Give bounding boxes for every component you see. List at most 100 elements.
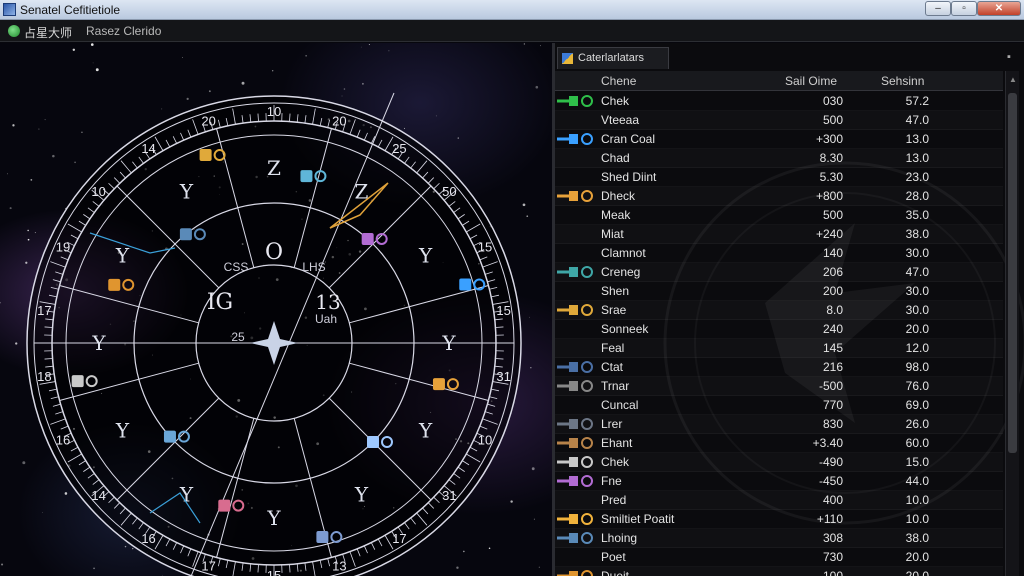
cell-col-b: 38.0 (905, 531, 929, 545)
cell-col-b: 38.0 (905, 227, 929, 241)
star (435, 115, 437, 117)
tick (289, 564, 291, 573)
star (27, 238, 30, 241)
table-row[interactable]: Dueit -100 20.0 (555, 567, 1003, 576)
table-row[interactable]: Poet 730 20.0 (555, 548, 1003, 567)
cell-col-b: 26.0 (905, 417, 929, 431)
minimize-button[interactable]: – (925, 1, 951, 16)
planet-glyph-icon (555, 341, 599, 356)
degree-label: 16 (56, 432, 70, 447)
planet-glyph-icon (555, 94, 599, 109)
table-row[interactable]: Cran Coal +300 13.0 (555, 130, 1003, 149)
table-row[interactable]: Meak 500 35.0 (555, 206, 1003, 225)
column-header-name[interactable]: Chene (601, 74, 636, 88)
table-row[interactable]: Chek 030 57.2 (555, 92, 1003, 111)
star (52, 154, 55, 158)
cell-col-a: -450 (818, 474, 843, 488)
cell-col-b: 44.0 (905, 474, 929, 488)
star (368, 44, 370, 46)
scroll-up-icon[interactable]: ▲ (1009, 75, 1017, 84)
degree-label: 15 (496, 303, 510, 318)
cell-col-b: 13.0 (905, 132, 929, 146)
table-row[interactable]: Pred 400 10.0 (555, 491, 1003, 510)
table-row[interactable]: Lrer 830 26.0 (555, 415, 1003, 434)
vertical-scrollbar[interactable]: ▲ (1005, 71, 1019, 576)
table-row[interactable]: Creneg 206 47.0 (555, 263, 1003, 282)
planet-glyph-icon (555, 113, 599, 128)
table-row[interactable]: Chek -490 15.0 (555, 453, 1003, 472)
scrollbar-thumb[interactable] (1008, 93, 1017, 453)
app-logo-icon[interactable] (8, 25, 20, 37)
degree-label: 13 (332, 559, 346, 574)
star (34, 231, 36, 234)
zodiac-wheel[interactable]: 10 20 25 50 15 15 31 10 31 17 13 15 17 16 14 16 18 17 19 10… (0, 43, 552, 576)
star (530, 367, 532, 369)
table-row[interactable]: Smiltiet Poatit +110 10.0 (555, 510, 1003, 529)
center-right-sublabel: Uah (315, 312, 337, 326)
cell-col-a: -500 (818, 379, 843, 393)
degree-label: 31 (496, 369, 510, 384)
table-row[interactable]: Lhoing 308 38.0 (555, 529, 1003, 548)
table-row[interactable]: Cuncal 770 69.0 (555, 396, 1003, 415)
star (44, 119, 46, 121)
degree-label: 14 (141, 141, 155, 156)
table-row[interactable]: Srae 8.0 30.0 (555, 301, 1003, 320)
astrology-chart-area[interactable]: 10 20 25 50 15 15 31 10 31 17 13 15 17 16 14 16 18 17 19 10… (0, 43, 552, 576)
table-row[interactable]: Shen 200 30.0 (555, 282, 1003, 301)
close-button[interactable]: ✕ (977, 1, 1021, 16)
cell-name: Chek (601, 94, 630, 108)
table-row[interactable]: Shed Diint 5.30 23.0 (555, 168, 1003, 187)
cell-col-b: 57.2 (905, 94, 929, 108)
degree-label: 10 (91, 184, 105, 199)
app-window: Senatel Cefitietiole – ▫ ✕ 占星大师 Rasez Cl… (0, 0, 1024, 576)
star (93, 567, 95, 570)
cell-name: Chek (601, 455, 630, 469)
cell-col-a: 216 (822, 360, 843, 374)
table-row[interactable]: Feal 145 12.0 (555, 339, 1003, 358)
table-row[interactable]: Chad 8.30 13.0 (555, 149, 1003, 168)
table-row[interactable]: Trnar -500 76.0 (555, 377, 1003, 396)
cell-col-a: 500 (822, 113, 843, 127)
table-row[interactable]: Ctat 216 98.0 (555, 358, 1003, 377)
table-row[interactable]: Ehant +3.40 60.0 (555, 434, 1003, 453)
title-bar[interactable]: Senatel Cefitietiole – ▫ ✕ (0, 0, 1024, 20)
house-glyph: Y (266, 506, 281, 530)
table-row[interactable]: Dheck +800 28.0 (555, 187, 1003, 206)
degree-label: 10 (478, 432, 492, 447)
star (182, 57, 183, 59)
planet-glyph-icon (555, 151, 599, 166)
table-row[interactable]: Clamnot 140 30.0 (555, 244, 1003, 263)
cell-col-a: -100 (818, 569, 843, 576)
house-glyph: Y (418, 244, 433, 268)
column-header-a[interactable]: Sail Oime (785, 74, 837, 88)
cell-col-b: 76.0 (905, 379, 929, 393)
star (523, 43, 526, 45)
planet-glyph-icon (555, 417, 599, 432)
star (74, 161, 76, 164)
degree-label: 10 (267, 104, 281, 119)
column-header-b[interactable]: Sehsinn (881, 74, 924, 88)
table-row[interactable]: Vteeaa 500 47.0 (555, 111, 1003, 130)
tab-chart-data[interactable]: Caterlarlatars (557, 47, 669, 69)
cell-name: Dheck (601, 189, 636, 203)
planet-glyph-icon (555, 550, 599, 565)
star (522, 203, 526, 207)
center-top-left-label: CSS (224, 260, 249, 274)
cell-col-b: 10.0 (905, 493, 929, 507)
app-window-icon (3, 3, 16, 16)
planet-glyph-icon (555, 322, 599, 337)
table-row[interactable]: Fne -450 44.0 (555, 472, 1003, 491)
degree-label: 20 (332, 113, 346, 128)
cell-col-a: 770 (822, 398, 843, 412)
cell-name: Smiltiet Poatit (601, 512, 675, 526)
star (9, 207, 12, 210)
star (488, 547, 491, 550)
panel-menu-button[interactable]: ▪ (1007, 51, 1011, 63)
table-row[interactable]: Sonneek 240 20.0 (555, 320, 1003, 339)
table-row[interactable]: Miat +240 38.0 (555, 225, 1003, 244)
chart-subtitle: Rasez Clerido (86, 24, 162, 38)
star (64, 492, 68, 495)
maximize-button[interactable]: ▫ (951, 1, 977, 16)
cell-name: Dueit (601, 569, 630, 576)
star (539, 45, 541, 47)
